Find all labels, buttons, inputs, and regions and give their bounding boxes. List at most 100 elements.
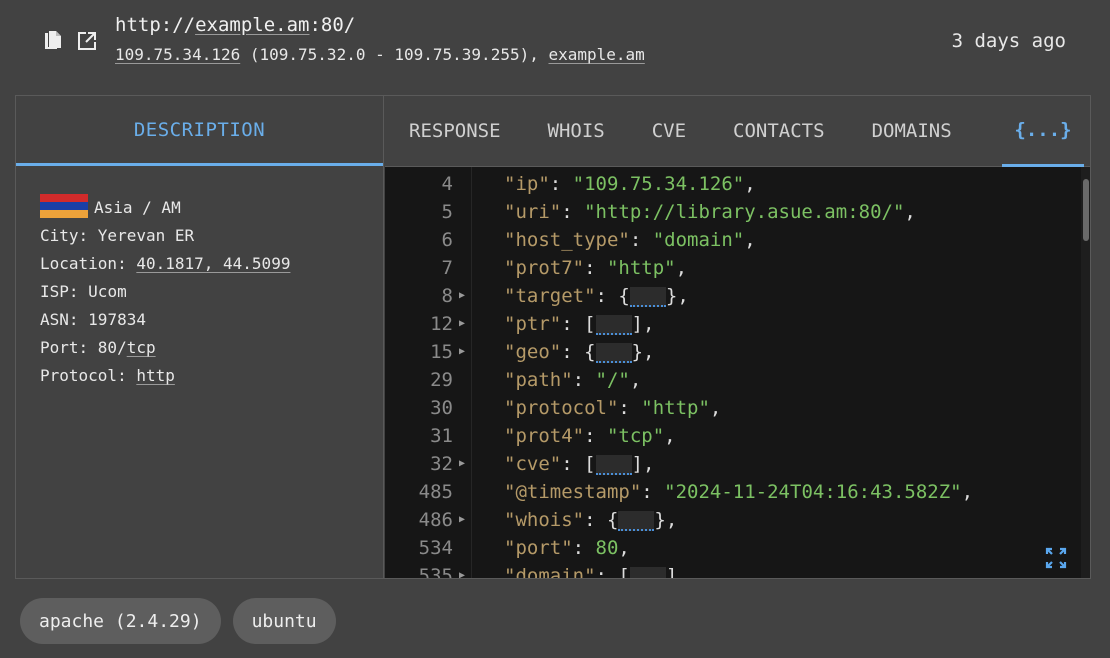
json-value: "/" xyxy=(595,369,630,391)
location-row: Location: 40.1817, 44.5099 xyxy=(40,250,359,278)
details-panel: DESCRIPTION Asia / AM City: Yerevan ER L… xyxy=(15,95,1091,579)
isp-row: ISP: Ucom xyxy=(40,278,359,306)
collapsed-placeholder[interactable] xyxy=(618,510,655,531)
domain-link[interactable]: example.am xyxy=(548,45,644,64)
tech-tags: apache (2.4.29) ubuntu xyxy=(20,598,336,644)
json-key: "target" xyxy=(504,285,596,307)
json-key: "uri" xyxy=(504,201,562,223)
ip-range: (109.75.32.0 - 109.75.39.255), xyxy=(240,45,549,64)
url-scheme: http:// xyxy=(115,14,196,36)
city-value: Yerevan ER xyxy=(97,226,195,245)
code-line: 8 ▶ "target": {}, xyxy=(385,282,1090,310)
json-key: "prot4" xyxy=(504,425,585,447)
protocol-link[interactable]: http xyxy=(136,366,175,385)
json-key: "ptr" xyxy=(504,313,562,335)
collapsed-placeholder[interactable] xyxy=(595,454,632,475)
close-bracket: } xyxy=(654,509,666,531)
isp-value: Ucom xyxy=(88,282,127,301)
json-key: "prot7" xyxy=(504,257,585,279)
description-panel: DESCRIPTION Asia / AM City: Yerevan ER L… xyxy=(16,96,384,578)
open-bracket: { xyxy=(606,509,619,531)
armenia-flag-icon xyxy=(40,193,88,218)
region: Asia / AM xyxy=(94,198,181,217)
tag-apache[interactable]: apache (2.4.29) xyxy=(20,598,221,644)
json-value: "domain" xyxy=(652,229,745,251)
line-number: 7 xyxy=(441,257,453,279)
code-line: 32 ▶ "cve": [], xyxy=(385,450,1090,478)
json-key: "ip" xyxy=(504,173,550,195)
ip-link[interactable]: 109.75.34.126 xyxy=(115,45,240,64)
json-key: "cve" xyxy=(504,453,562,475)
tab-response[interactable]: RESPONSE xyxy=(409,120,501,142)
tab-domains[interactable]: DOMAINS xyxy=(872,120,952,142)
scrollbar[interactable] xyxy=(1081,167,1090,578)
line-number: 12 xyxy=(430,313,453,335)
code-line: 15 ▶ "geo": {}, xyxy=(385,338,1090,366)
fullscreen-icon[interactable] xyxy=(1044,546,1068,570)
json-key: "host_type" xyxy=(504,229,630,251)
url-host-link[interactable]: example.am xyxy=(195,14,309,36)
fold-arrow-icon[interactable]: ▶ xyxy=(459,562,465,578)
json-value: 80 xyxy=(595,537,619,559)
close-bracket: } xyxy=(631,341,643,363)
collapsed-placeholder[interactable] xyxy=(629,286,666,307)
collapsed-placeholder[interactable] xyxy=(629,566,666,578)
line-number: 6 xyxy=(441,229,453,251)
tab-whois[interactable]: WHOIS xyxy=(548,120,605,142)
json-key: "geo" xyxy=(504,341,562,363)
scrollbar-thumb[interactable] xyxy=(1083,179,1089,241)
collapsed-placeholder[interactable] xyxy=(595,342,632,363)
open-bracket: { xyxy=(584,341,596,363)
tab-cve[interactable]: CVE xyxy=(652,120,686,142)
code-line: 534 "port": 80, xyxy=(385,534,1090,562)
tab-json[interactable]: {...} xyxy=(1002,96,1084,167)
fold-arrow-icon[interactable]: ▶ xyxy=(459,506,465,534)
tag-ubuntu[interactable]: ubuntu xyxy=(232,598,336,644)
fold-arrow-icon[interactable]: ▶ xyxy=(459,310,465,338)
code-line: 6 "host_type": "domain", xyxy=(385,226,1090,254)
close-bracket: ] xyxy=(631,453,643,475)
copy-icon[interactable] xyxy=(42,30,64,52)
url-port: :80/ xyxy=(309,14,356,36)
collapsed-placeholder[interactable] xyxy=(595,314,632,335)
line-number: 8 xyxy=(441,285,453,307)
json-key: "path" xyxy=(504,369,573,391)
asn-value: 197834 xyxy=(88,310,146,329)
line-number: 5 xyxy=(441,201,453,223)
asn-row: ASN: 197834 xyxy=(40,306,359,334)
timestamp-ago: 3 days ago xyxy=(951,30,1066,52)
code-line: 31 "prot4": "tcp", xyxy=(385,422,1090,450)
host-url: http://example.am:80/ xyxy=(115,14,355,36)
fold-arrow-icon[interactable]: ▶ xyxy=(459,450,465,478)
json-key: "protocol" xyxy=(504,397,619,419)
line-number: 31 xyxy=(430,425,453,447)
line-number: 15 xyxy=(430,341,453,363)
line-number: 4 xyxy=(441,173,453,195)
port-value: 80/ xyxy=(97,338,127,357)
tab-description[interactable]: DESCRIPTION xyxy=(16,96,383,166)
code-line: 5 "uri": "http://library.asue.am:80/", xyxy=(385,198,1090,226)
line-number: 29 xyxy=(430,369,453,391)
port-proto-link[interactable]: tcp xyxy=(127,338,156,357)
asn-label: ASN: xyxy=(40,310,89,329)
json-key: "domain" xyxy=(504,565,596,578)
open-bracket: { xyxy=(618,285,630,307)
line-number: 534 xyxy=(418,537,453,559)
line-number: 32 xyxy=(430,453,453,475)
fold-arrow-icon[interactable]: ▶ xyxy=(459,282,465,310)
region-row: Asia / AM xyxy=(40,193,359,222)
tab-contacts[interactable]: CONTACTS xyxy=(733,120,825,142)
json-value: "tcp" xyxy=(606,425,665,447)
location-link[interactable]: 40.1817, 44.5099 xyxy=(136,254,290,273)
json-value: "http" xyxy=(606,257,676,279)
fold-arrow-icon[interactable]: ▶ xyxy=(459,338,465,366)
json-key: "port" xyxy=(504,537,573,559)
data-panel: RESPONSE WHOIS CVE CONTACTS DOMAINS {...… xyxy=(385,96,1090,578)
json-key: "@timestamp" xyxy=(504,481,642,503)
code-line: 486 ▶ "whois": {}, xyxy=(385,506,1090,534)
json-viewer[interactable]: 4 "ip": "109.75.34.126", 5 "uri": "http://l… xyxy=(385,167,1090,578)
protocol-row: Protocol: http xyxy=(40,362,359,390)
protocol-label: Protocol: xyxy=(40,366,137,385)
external-link-icon[interactable] xyxy=(76,30,98,52)
json-value: "109.75.34.126" xyxy=(572,173,745,195)
